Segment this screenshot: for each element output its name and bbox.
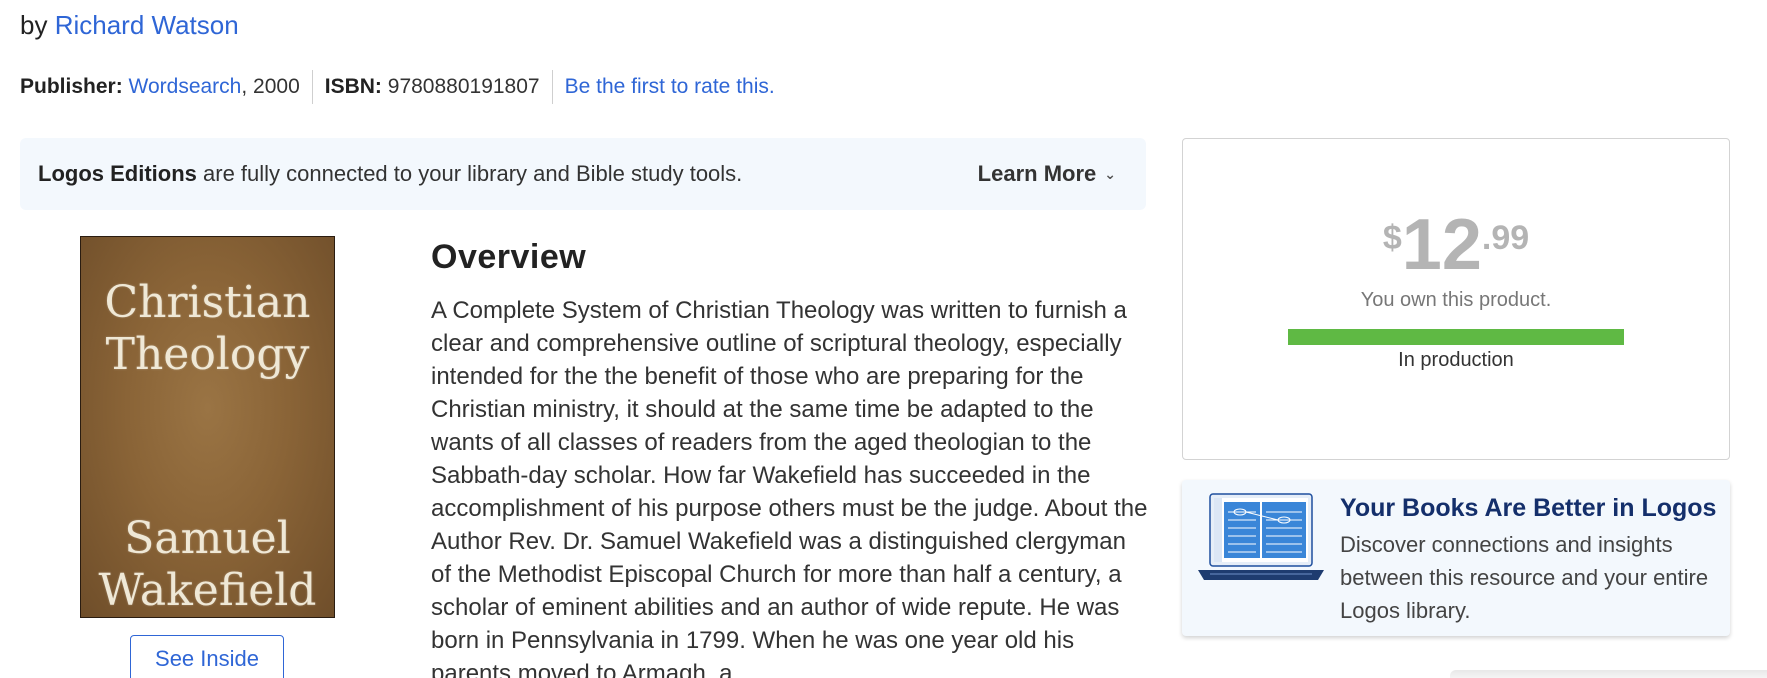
cover-title-line1: Christian bbox=[104, 277, 311, 328]
byline-prefix: by bbox=[20, 10, 48, 40]
publisher-link[interactable]: Wordsearch bbox=[129, 75, 242, 99]
logos-promo-card[interactable]: Your Books Are Better in Logos Discover … bbox=[1182, 480, 1730, 636]
editions-desc: are fully connected to your library and … bbox=[196, 161, 743, 186]
price-whole: 12 bbox=[1401, 205, 1482, 285]
chevron-down-icon: ⌄ bbox=[1104, 165, 1116, 182]
progress-fill bbox=[1288, 329, 1624, 345]
publisher-label: Publisher: bbox=[20, 75, 123, 98]
isbn-label: ISBN: bbox=[324, 75, 382, 98]
price-panel: $12.99 You own this product. In producti… bbox=[1182, 138, 1730, 460]
promo-title: Your Books Are Better in Logos bbox=[1340, 494, 1717, 522]
laptop-icon bbox=[1198, 493, 1324, 580]
cover-author-line1: Samuel bbox=[124, 513, 291, 564]
publish-year: , 2000 bbox=[241, 75, 300, 98]
book-cover: Christian Theology Samuel Wakefield bbox=[80, 236, 335, 618]
learn-more-label: Learn More bbox=[977, 161, 1097, 186]
logos-editions-banner: Logos Editions are fully connected to yo… bbox=[20, 138, 1146, 210]
author-link[interactable]: Richard Watson bbox=[55, 10, 239, 40]
editions-strong: Logos Editions bbox=[38, 161, 197, 186]
production-progress-bar bbox=[1288, 329, 1624, 345]
cover-author-line2: Wakefield bbox=[98, 565, 317, 616]
cover-title-line2: Theology bbox=[105, 329, 310, 380]
isbn-value: 9780880191807 bbox=[387, 75, 540, 98]
rate-link[interactable]: Be the first to rate this. bbox=[565, 75, 775, 99]
editions-text: Logos Editions are fully connected to yo… bbox=[38, 161, 742, 187]
production-status: In production bbox=[1398, 349, 1514, 371]
overview-heading: Overview bbox=[431, 238, 587, 276]
meta-divider bbox=[311, 70, 313, 104]
owned-text: You own this product. bbox=[1360, 289, 1552, 311]
promo-text: Discover connections and insights betwee… bbox=[1340, 532, 1709, 623]
price-cents: .99 bbox=[1481, 219, 1530, 257]
product-meta: Publisher: Wordsearch, 2000 ISBN: 978088… bbox=[20, 70, 775, 104]
learn-more-button[interactable]: Learn More ⌄ bbox=[978, 161, 1116, 187]
price: $12.99 bbox=[1183, 209, 1729, 281]
price-currency: $ bbox=[1382, 219, 1402, 257]
floating-panel-edge bbox=[1450, 670, 1767, 678]
meta-divider bbox=[551, 70, 553, 104]
see-inside-button[interactable]: See Inside bbox=[130, 635, 284, 678]
overview-text: A Complete System of Christian Theology … bbox=[431, 297, 1148, 678]
author-byline: by Richard Watson bbox=[20, 10, 239, 41]
